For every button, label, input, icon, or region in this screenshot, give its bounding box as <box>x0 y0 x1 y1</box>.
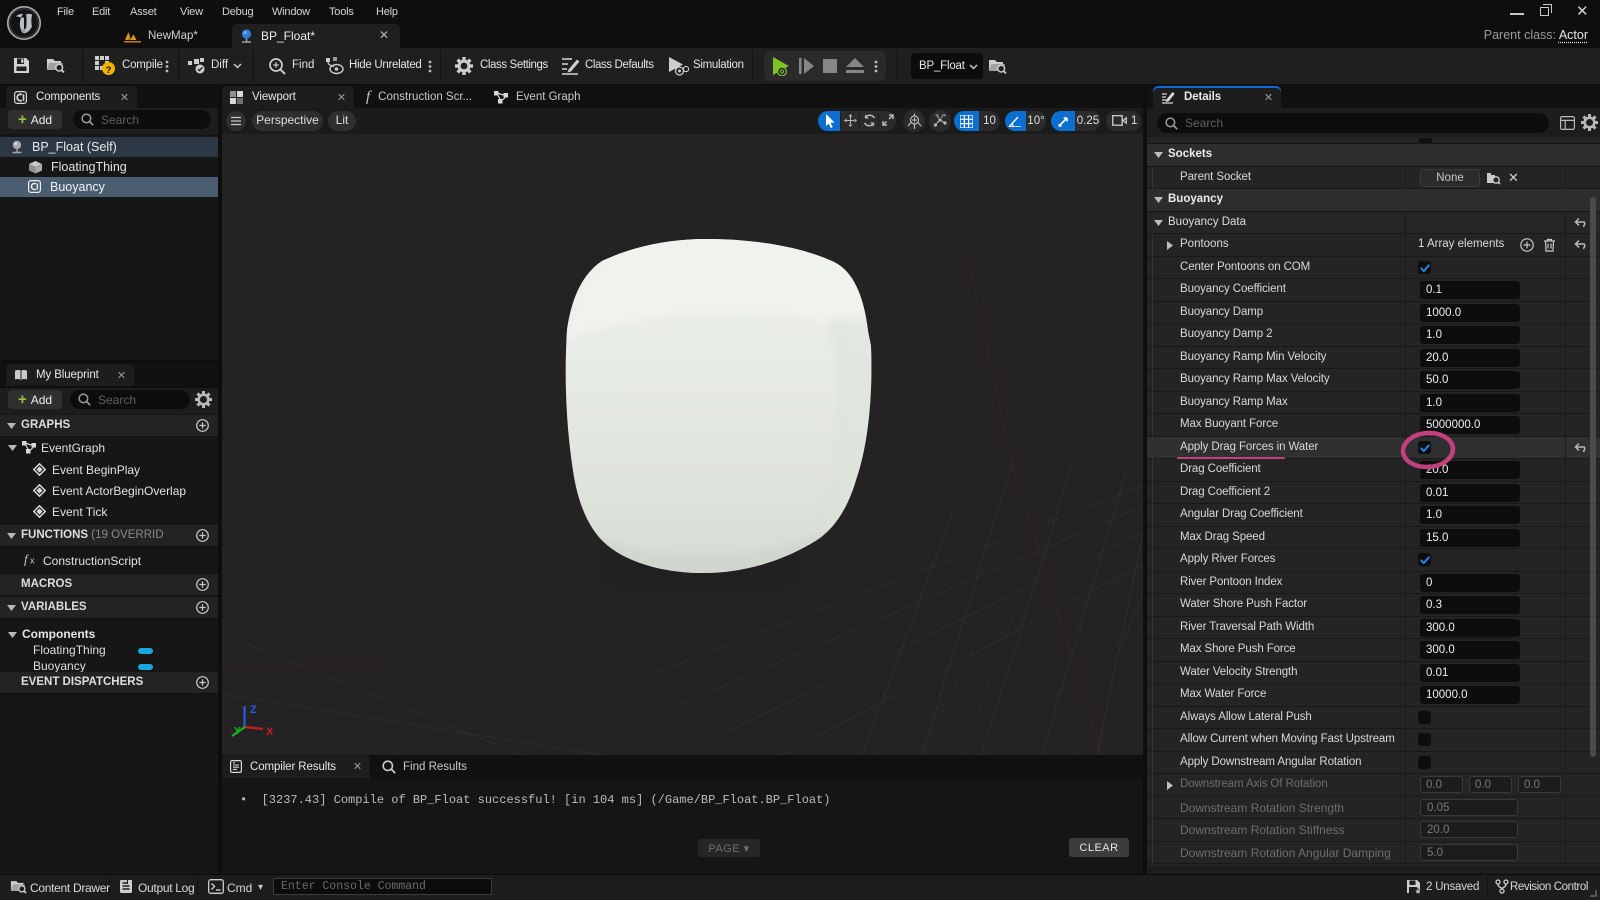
svg-text:Y: Y <box>234 726 241 737</box>
svg-text:X: X <box>266 726 274 738</box>
svg-text:Z: Z <box>250 704 257 716</box>
svg-text:?: ? <box>106 65 112 76</box>
svg-text:x: x <box>30 556 35 566</box>
